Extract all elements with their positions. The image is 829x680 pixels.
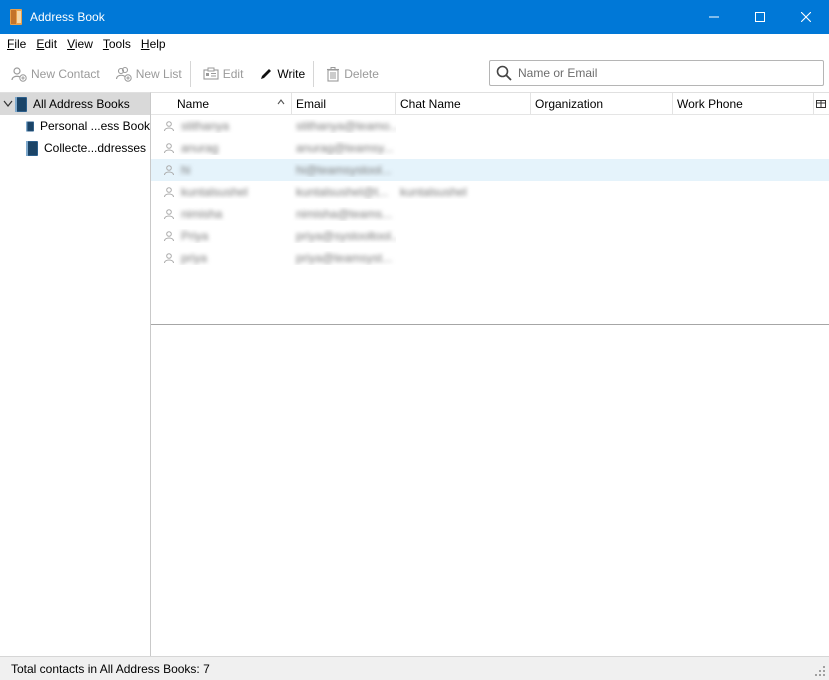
contact-icon	[164, 209, 174, 220]
contact-email-cell: anurag@teamsy...	[296, 141, 394, 155]
contact-row[interactable]: hi hi@teamsystool...	[151, 159, 829, 181]
edit-label: Edit	[222, 67, 244, 81]
toolbar-separator	[313, 61, 315, 87]
menu-help[interactable]: Help	[136, 37, 171, 51]
contact-name-cell: nimisha	[151, 207, 292, 221]
column-chat-name[interactable]: Chat Name	[396, 93, 531, 114]
column-email[interactable]: Email	[292, 93, 396, 114]
contact-row[interactable]: kuntalsushel kuntalsushel@t... kuntalsushe…	[151, 181, 829, 203]
tree-item-personal-address-book[interactable]: Personal ...ess Book	[0, 115, 150, 137]
contact-name-cell: priya	[151, 251, 292, 265]
column-picker[interactable]	[814, 93, 829, 114]
new-list-button[interactable]: New List	[112, 61, 186, 87]
search-box	[489, 60, 824, 86]
column-name[interactable]: Name	[151, 93, 292, 114]
tree-item-label: Personal ...ess Book	[39, 119, 150, 133]
contact-row[interactable]: priya priya@teamsyst...	[151, 247, 829, 269]
column-picker-icon	[816, 99, 826, 108]
minimize-icon	[709, 16, 719, 18]
book-icon	[26, 140, 38, 156]
write-label: Write	[277, 67, 306, 81]
address-book-icon	[15, 96, 27, 112]
contact-email-cell: stithanya@teamo...	[296, 119, 396, 133]
contact-icon	[164, 187, 174, 198]
contact-preview-pane	[151, 325, 829, 656]
status-text: Total contacts in All Address Books: 7	[11, 661, 210, 676]
address-book-tree: All Address Books Personal ...ess Book C…	[0, 92, 151, 656]
minimize-button[interactable]	[691, 0, 737, 34]
tree-item-label: All Address Books	[33, 97, 130, 111]
delete-button[interactable]: Delete	[322, 61, 383, 87]
chevron-down-icon	[3, 100, 13, 107]
status-bar: Total contacts in All Address Books: 7	[0, 656, 829, 680]
menu-tools[interactable]: Tools	[98, 37, 136, 51]
tree-item-label: Collecte...ddresses	[44, 141, 147, 155]
search-input[interactable]	[518, 66, 808, 80]
contact-name-cell: kuntalsushel	[151, 185, 292, 199]
edit-button[interactable]: Edit	[199, 61, 248, 87]
close-button[interactable]	[783, 0, 829, 34]
window-title: Address Book	[30, 10, 105, 24]
contact-chat-cell: kuntalsushel	[400, 185, 467, 199]
new-contact-icon	[11, 67, 27, 82]
delete-label: Delete	[344, 67, 379, 81]
contact-email-cell: nimisha@teams...	[296, 207, 393, 221]
contact-name-cell: anurag	[151, 141, 292, 155]
contact-name-cell: Priya	[151, 229, 292, 243]
contact-icon	[164, 165, 174, 176]
pencil-icon	[261, 69, 272, 79]
menu-file[interactable]: File	[2, 37, 31, 51]
new-list-label: New List	[135, 67, 182, 81]
edit-card-icon	[203, 67, 219, 80]
resize-grip-icon[interactable]	[814, 665, 826, 677]
toolbar: New Contact New List Edit Write Delete N…	[0, 56, 829, 92]
write-button[interactable]: Write	[255, 61, 309, 87]
search-icon	[496, 65, 512, 81]
expand-twisty[interactable]	[3, 100, 15, 108]
address-book-app-icon	[10, 9, 22, 25]
contact-row[interactable]: stithanya stithanya@teamo...	[151, 115, 829, 137]
trash-icon	[327, 66, 340, 82]
contact-row[interactable]: anurag anurag@teamsy...	[151, 137, 829, 159]
new-list-icon	[115, 66, 132, 82]
column-header-row: Name Email Chat Name Organization Work P…	[151, 93, 829, 115]
column-work-phone[interactable]: Work Phone	[673, 93, 814, 114]
title-bar: Address Book	[0, 0, 829, 34]
menu-edit[interactable]: Edit	[31, 37, 62, 51]
contact-name-cell: hi	[151, 163, 292, 177]
maximize-icon	[755, 12, 765, 22]
menu-view[interactable]: View	[62, 37, 98, 51]
contact-icon	[164, 253, 174, 264]
contact-name-cell: stithanya	[151, 119, 292, 133]
contact-icon	[164, 143, 174, 154]
contacts-list: Name Email Chat Name Organization Work P…	[151, 92, 829, 325]
contact-email-cell: hi@teamsystool...	[296, 163, 392, 177]
menu-bar: File Edit View Tools Help	[0, 34, 829, 54]
sort-ascending-icon	[277, 99, 285, 105]
contact-email-cell: priya@systooltool...	[296, 229, 396, 243]
close-icon	[801, 12, 811, 22]
tree-item-collected-addresses[interactable]: Collecte...ddresses	[0, 137, 150, 159]
contact-row[interactable]: Priya priya@systooltool...	[151, 225, 829, 247]
contact-icon	[164, 121, 174, 132]
column-organization[interactable]: Organization	[531, 93, 673, 114]
new-contact-label: New Contact	[31, 67, 100, 81]
contact-email-cell: priya@teamsyst...	[296, 251, 393, 265]
book-icon	[26, 121, 34, 131]
toolbar-separator	[189, 61, 191, 87]
contact-rows: stithanya stithanya@teamo... anurag anurag@…	[151, 115, 829, 269]
new-contact-button[interactable]: New Contact	[7, 61, 104, 87]
contact-icon	[164, 231, 174, 242]
contact-email-cell: kuntalsushel@t...	[296, 185, 389, 199]
contact-row[interactable]: nimisha nimisha@teams...	[151, 203, 829, 225]
maximize-button[interactable]	[737, 0, 783, 34]
tree-item-all-address-books[interactable]: All Address Books	[0, 93, 150, 115]
